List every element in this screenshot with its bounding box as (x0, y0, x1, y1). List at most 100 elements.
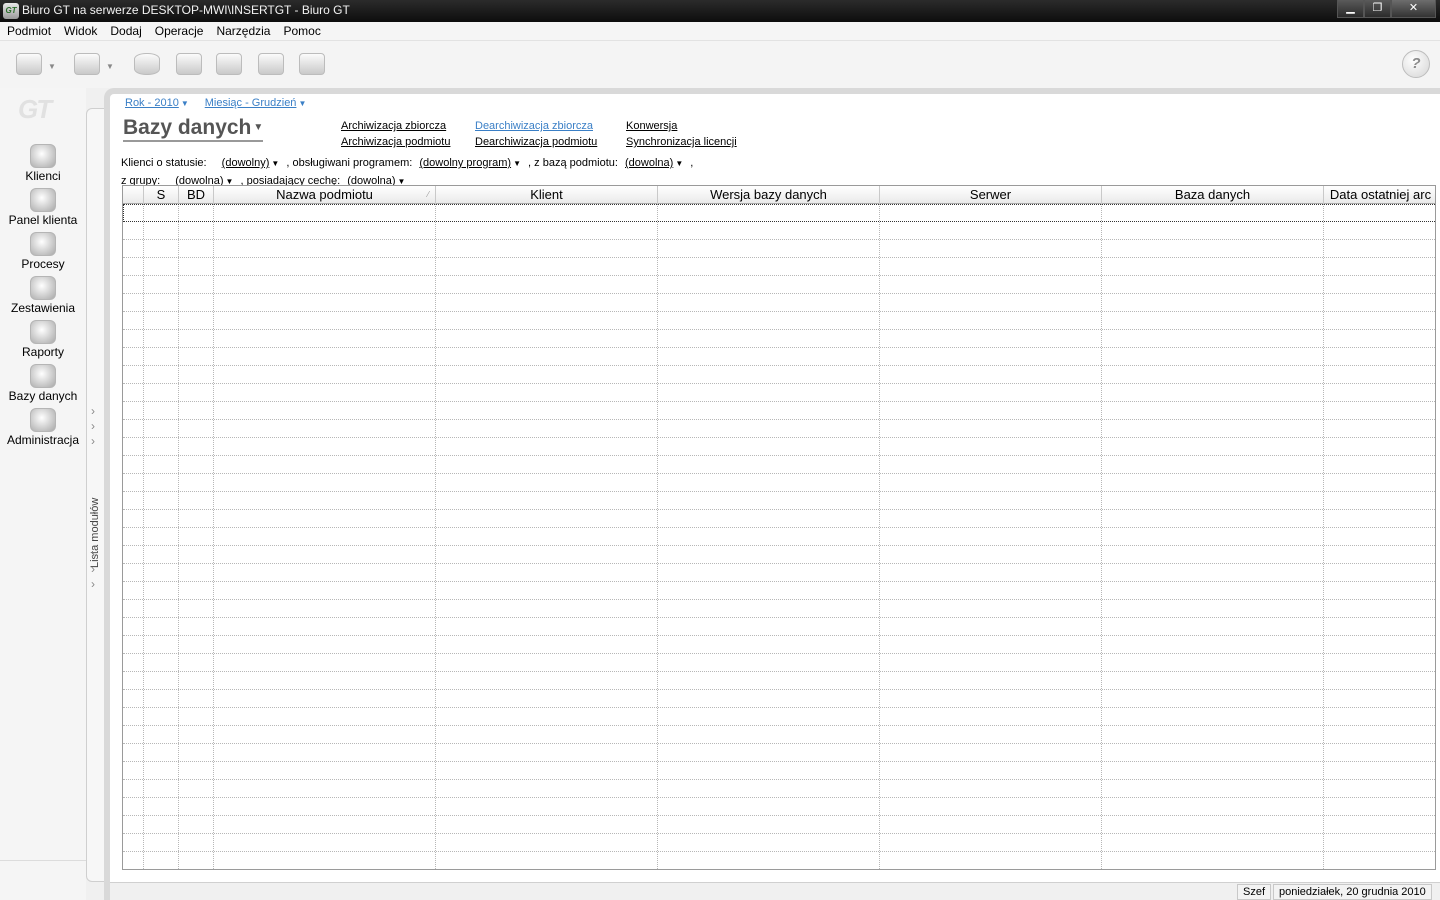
table-row[interactable] (123, 348, 1435, 366)
table-row[interactable] (123, 528, 1435, 546)
table-row[interactable] (123, 654, 1435, 672)
sidebar-item-klienci[interactable]: Klienci (0, 144, 86, 183)
table-cell (880, 258, 1102, 275)
license-sync-link[interactable]: Synchronizacja licencji (626, 134, 737, 150)
sidebar-item-zestawienia[interactable]: Zestawienia (0, 276, 86, 315)
table-cell (123, 834, 144, 851)
table-row[interactable] (123, 780, 1435, 798)
table-row[interactable] (123, 420, 1435, 438)
restore-button[interactable] (212, 49, 246, 79)
entity-archive-link[interactable]: Archiwizacja podmiotu (341, 134, 450, 150)
table-row[interactable] (123, 672, 1435, 690)
table-cell (144, 762, 179, 779)
table-row[interactable] (123, 366, 1435, 384)
table-cell (123, 294, 144, 311)
filter-row-1: Klienci o statusie: (dowolny) ▼ , obsługi… (121, 157, 693, 169)
send-dropdown-icon[interactable]: ▼ (48, 62, 56, 71)
column-header-indicator[interactable] (123, 186, 144, 204)
table-cell (179, 690, 214, 707)
sidebar-item-panel-klienta[interactable]: Panel klienta (0, 188, 86, 227)
table-row[interactable] (123, 204, 1435, 222)
table-row[interactable] (123, 564, 1435, 582)
sidebar-item-procesy[interactable]: Procesy (0, 232, 86, 271)
page-title[interactable]: Bazy danych ▼ (123, 116, 264, 143)
column-header-data-ostatniej-archiwizacji[interactable]: Data ostatniej arc (1324, 186, 1435, 204)
column-header-nazwa-podmiotu[interactable]: Nazwa podmiotu ⁄ (214, 186, 436, 204)
minimize-button[interactable]: ▁ (1337, 0, 1364, 18)
column-header-klient[interactable]: Klient (436, 186, 658, 204)
table-row[interactable] (123, 582, 1435, 600)
table-row[interactable] (123, 600, 1435, 618)
table-row[interactable] (123, 510, 1435, 528)
table-row[interactable] (123, 744, 1435, 762)
table-row[interactable] (123, 852, 1435, 869)
table-cell (436, 546, 658, 563)
table-cell (123, 798, 144, 815)
receive-button[interactable] (70, 49, 104, 79)
table-row[interactable] (123, 708, 1435, 726)
table-row[interactable] (123, 546, 1435, 564)
table-row[interactable] (123, 492, 1435, 510)
table-row[interactable] (123, 330, 1435, 348)
table-row[interactable] (123, 726, 1435, 744)
table-row[interactable] (123, 474, 1435, 492)
table-row[interactable] (123, 798, 1435, 816)
table-row[interactable] (123, 438, 1435, 456)
table-cell (436, 564, 658, 581)
table-row[interactable] (123, 690, 1435, 708)
table-row[interactable] (123, 762, 1435, 780)
status-date: poniedziałek, 20 grudnia 2010 (1273, 884, 1432, 900)
table-row[interactable] (123, 834, 1435, 852)
db-filter-dropdown[interactable]: (dowolna) ▼ (625, 157, 683, 169)
table-row[interactable] (123, 618, 1435, 636)
month-selector[interactable]: Miesiąc - Grudzień ▼ (205, 97, 307, 109)
year-selector[interactable]: Rok - 2010 ▼ (125, 97, 189, 109)
close-button[interactable]: ✕ (1391, 0, 1436, 18)
table-row[interactable] (123, 636, 1435, 654)
maximize-button[interactable]: ❐ (1364, 0, 1391, 18)
menu-pomoc[interactable]: Pomoc (278, 24, 325, 38)
table-row[interactable] (123, 276, 1435, 294)
table-cell (436, 204, 658, 221)
table-row[interactable] (123, 456, 1435, 474)
column-header-bd[interactable]: BD (179, 186, 214, 204)
table-row[interactable] (123, 384, 1435, 402)
table-row[interactable] (123, 312, 1435, 330)
menu-podmiot[interactable]: Podmiot (2, 24, 56, 38)
column-header-s[interactable]: S (144, 186, 179, 204)
send-button[interactable] (12, 49, 46, 79)
convert-button[interactable] (254, 49, 288, 79)
table-row[interactable] (123, 240, 1435, 258)
table-cell (1324, 834, 1435, 851)
table-body[interactable] (123, 204, 1435, 869)
sidebar-item-bazy-danych[interactable]: Bazy danych (0, 364, 86, 403)
archive-button[interactable] (172, 49, 206, 79)
receive-dropdown-icon[interactable]: ▼ (106, 62, 114, 71)
status-filter-dropdown[interactable]: (dowolny) ▼ (222, 157, 280, 169)
table-row[interactable] (123, 294, 1435, 312)
conversion-link[interactable]: Konwersja (626, 118, 737, 134)
bulk-archive-link[interactable]: Archiwizacja zbiorcza (341, 118, 450, 134)
table-row[interactable] (123, 222, 1435, 240)
sidebar-item-administracja[interactable]: Administracja (0, 408, 86, 447)
program-filter-dropdown[interactable]: (dowolny program) ▼ (419, 157, 521, 169)
table-row[interactable] (123, 816, 1435, 834)
license-button[interactable] (295, 49, 329, 79)
menu-operacje[interactable]: Operacje (150, 24, 209, 38)
table-row[interactable] (123, 258, 1435, 276)
table-cell (123, 258, 144, 275)
database-button[interactable] (130, 49, 164, 79)
menu-bar: Podmiot Widok Dodaj Operacje Narzędzia P… (0, 22, 1440, 41)
menu-widok[interactable]: Widok (59, 24, 102, 38)
column-header-serwer[interactable]: Serwer (880, 186, 1102, 204)
column-header-baza-danych[interactable]: Baza danych (1102, 186, 1324, 204)
sidebar-item-raporty[interactable]: Raporty (0, 320, 86, 359)
entity-dearchive-link[interactable]: Dearchiwizacja podmiotu (475, 134, 597, 150)
column-header-wersja-bazy-danych[interactable]: Wersja bazy danych (658, 186, 880, 204)
bulk-dearchive-link[interactable]: Dearchiwizacja zbiorcza (475, 118, 597, 134)
menu-narzedzia[interactable]: Narzędzia (211, 24, 275, 38)
menu-dodaj[interactable]: Dodaj (105, 24, 146, 38)
table-cell (214, 438, 436, 455)
table-row[interactable] (123, 402, 1435, 420)
help-button[interactable]: ? (1402, 50, 1430, 78)
